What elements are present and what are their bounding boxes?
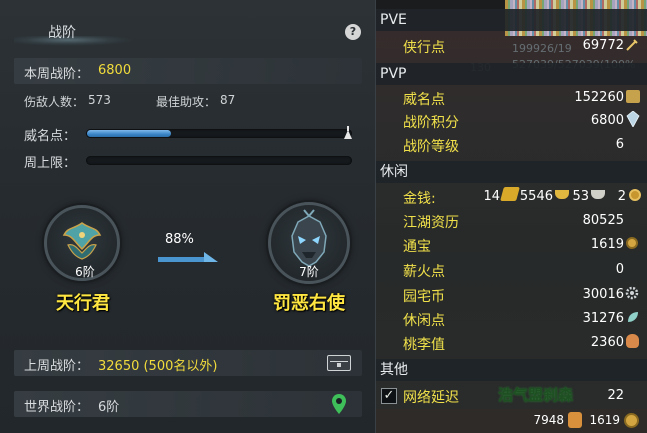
- world-rank-value: 6阶: [98, 400, 120, 415]
- other-section-header: 其他: [376, 359, 647, 381]
- gear-icon: [625, 286, 639, 300]
- peach-icon: [626, 334, 639, 348]
- peach-plum-value: 2360: [590, 335, 624, 350]
- last-week-value: 32650 (500名以外): [98, 359, 218, 374]
- xinhuo-value: 0: [615, 262, 624, 277]
- prestige-points-label: 威名点: [403, 92, 445, 108]
- money-label: 金钱:: [403, 191, 436, 207]
- current-rank-level: 6阶: [75, 265, 95, 279]
- tongbao-coin-icon: [626, 237, 638, 249]
- latency-checkbox[interactable]: ✓: [381, 388, 397, 404]
- help-button[interactable]: ?: [345, 24, 361, 40]
- copper-amount: 53: [572, 189, 589, 204]
- bottom-tongbao-value: 1619: [589, 413, 620, 427]
- weekly-rank-row: 本周战阶： 6800: [14, 58, 362, 84]
- prestige-cap-tick: [347, 126, 349, 131]
- bottom-stamina-value: 7948: [533, 413, 564, 427]
- current-rank-name: 天行君: [56, 293, 110, 314]
- prestige-label: 威名点：: [24, 129, 77, 144]
- crystal-icon: [626, 111, 640, 127]
- homestead-coin-label: 园宅币: [403, 289, 445, 305]
- xiaxing-label: 侠行点: [403, 40, 445, 56]
- guild-watermark: 浩气盟刹森: [498, 386, 574, 404]
- silver-amount: 5546: [519, 189, 553, 204]
- tongbao-value: 1619: [590, 237, 624, 252]
- gold-amount: 14: [483, 189, 500, 204]
- bottom-currency-strip: 7948 1619: [376, 409, 647, 433]
- tongbao-label: 通宝: [403, 239, 431, 255]
- currency-panel: 199926/19 130 527039/527039(100% PVE 侠行点…: [376, 0, 647, 433]
- prestige-badge-icon: [626, 90, 640, 103]
- war-rank-panel: 战阶 ? 本周战阶： 6800 伤敌人数： 573 最佳助攻： 87 威名点： …: [0, 0, 376, 433]
- xiaxing-value: 69772: [582, 38, 624, 53]
- world-rank-label: 世界战阶：: [24, 400, 90, 415]
- rank-level-value: 6: [615, 137, 624, 152]
- last-week-label: 上周战阶：: [24, 359, 90, 374]
- coin-amount: 2: [617, 189, 626, 204]
- copper-ingot-icon: [591, 190, 605, 199]
- rank-score-label: 战阶积分: [403, 115, 459, 131]
- rank-arrow-icon: [158, 252, 218, 262]
- latency-label: 网络延迟: [403, 390, 459, 406]
- location-pin-icon[interactable]: [332, 394, 346, 414]
- xinhuo-label: 薪火点: [403, 264, 445, 280]
- enemies-label: 伤敌人数：: [24, 95, 85, 109]
- leisure-section-header: 休闲: [376, 161, 647, 183]
- world-rank-row: 世界战阶： 6阶: [14, 391, 362, 417]
- jianghu-label: 江湖资历: [403, 215, 459, 231]
- pve-section-header: PVE: [376, 9, 647, 31]
- sword-icon: [626, 39, 638, 51]
- next-rank-name: 罚恶右使: [273, 293, 345, 314]
- prestige-points-value: 152260: [574, 90, 624, 105]
- panel-title: 战阶: [48, 25, 76, 41]
- reward-chest-icon[interactable]: [327, 355, 351, 371]
- overlay-hp-text: 199926/19: [512, 42, 572, 55]
- leaf-icon: [628, 312, 638, 322]
- bottom-coin-icon: [624, 413, 639, 428]
- enemies-value: 573: [88, 93, 111, 107]
- last-week-row: 上周战阶： 32650 (500名以外): [14, 350, 362, 376]
- rank-progress-percent: 88%: [165, 232, 194, 247]
- week-cap-label: 周上限：: [24, 156, 77, 171]
- leisure-points-value: 31276: [582, 311, 624, 326]
- peach-plum-label: 桃李值: [403, 337, 445, 353]
- prestige-cap-marker-icon: [344, 130, 352, 139]
- jianghu-value: 80525: [582, 213, 624, 228]
- leisure-points-label: 休闲点: [403, 313, 445, 329]
- gold-brick-icon: [500, 187, 520, 201]
- weekly-rank-value: 6800: [98, 63, 132, 78]
- coin-icon: [629, 189, 641, 201]
- week-cap-progress-bar: [86, 156, 352, 165]
- rank-score-value: 6800: [590, 113, 624, 128]
- rank-level-label: 战阶等级: [403, 139, 459, 155]
- assist-value: 87: [220, 93, 236, 107]
- pvp-section-header: PVP: [376, 63, 647, 85]
- weekly-rank-label: 本周战阶：: [24, 67, 90, 82]
- stamina-icon: [568, 412, 582, 428]
- next-rank-level: 7阶: [299, 265, 319, 279]
- latency-value: 22: [607, 388, 624, 403]
- assist-label: 最佳助攻：: [156, 95, 217, 109]
- silver-ingot-icon: [555, 190, 569, 199]
- prestige-progress-bar: [86, 129, 352, 138]
- homestead-coin-value: 30016: [582, 287, 624, 302]
- prestige-progress-fill: [87, 130, 172, 137]
